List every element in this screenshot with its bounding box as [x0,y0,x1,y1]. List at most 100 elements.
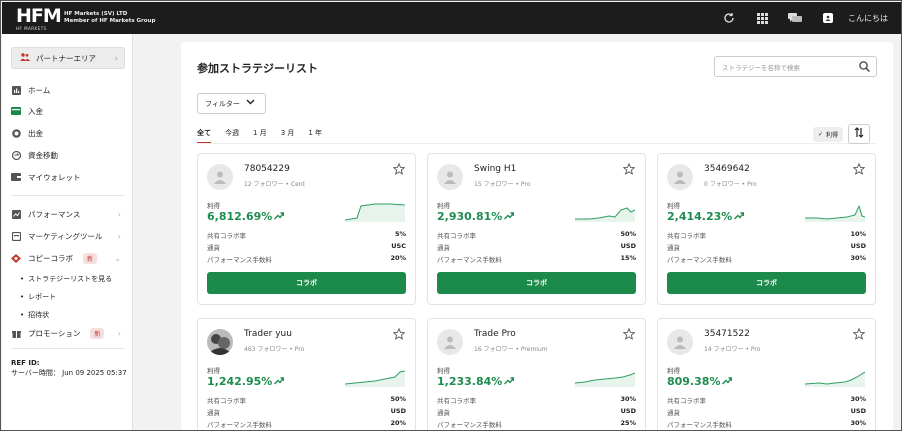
sidebar: パートナーエリア › ホーム 入金 出金 資金移動 マイウォレット パフォーマン… [2,34,133,430]
stat-value: 50% [620,230,636,238]
account-type: Pro [747,181,757,188]
search-input[interactable]: ストラテジーを名称で検索 [714,56,877,77]
sidebar-subitem-report[interactable]: レポート [20,292,56,302]
new-badge: 新 [90,327,105,339]
star-icon[interactable] [622,162,636,178]
stat-label: パフォーマンス手数料 [437,256,502,264]
sidebar-item-wallet[interactable]: マイウォレット [11,169,125,185]
avatar [667,329,693,355]
account-type: Pro [750,346,761,353]
search-placeholder: ストラテジーを名称で検索 [722,63,800,72]
strategy-name[interactable]: 35471522 [704,329,750,339]
follower-count: 16 フォロワー [474,346,514,353]
stat-label: 通貨 [207,409,220,417]
strategy-name[interactable]: Swing H1 [474,164,516,174]
strategy-name[interactable]: Trader yuu [244,329,292,339]
search-icon[interactable] [859,61,870,74]
stat-currency: 通貨 USD [437,407,636,417]
profit-percent: 6,812.69% [207,210,273,223]
account-icon[interactable] [821,11,835,25]
stat-value: USD [850,242,866,250]
copy-icon [11,253,21,263]
stat-value: USD [850,407,866,415]
strategy-meta: 0 フォロワー • Pro [704,179,757,188]
company-line-2: Member of HF Markets Group [64,18,156,24]
profit-value: 6,812.69% [207,210,285,223]
sort-button[interactable] [848,124,870,144]
filter-label: フィルター [205,99,240,108]
stat-value: 15% [620,254,636,262]
strategy-card[interactable]: 78054229 12 フォロワー • Cent 利得 6,812.69% 共有… [197,153,416,305]
strategy-name[interactable]: 78054229 [244,164,290,174]
star-icon[interactable] [852,327,866,343]
greeting-text[interactable]: こんにちは [848,13,888,24]
deposit-icon [11,106,21,116]
sidebar-item-deposit[interactable]: 入金 [11,103,125,119]
sidebar-item-marketing[interactable]: マーケティングツール › [11,228,125,244]
strategy-name[interactable]: Trade Pro [474,329,516,339]
star-icon[interactable] [622,327,636,343]
wallet-icon [11,172,21,182]
collab-button[interactable]: コラボ [667,272,866,294]
stat-performance-fee: パフォーマンス手数料 20% [207,419,406,429]
strategy-card[interactable]: Swing H1 15 フォロワー • Pro 利得 2,930.81% 共有コ… [427,153,646,305]
stat-label: 共有コラボ率 [437,397,476,405]
chevron-right-icon: › [117,328,121,338]
tab-this-week[interactable]: 今週 [225,128,239,143]
avatar [207,329,233,355]
refresh-icon[interactable] [722,11,736,25]
sidebar-item-promotion[interactable]: プロモーション 新 › [11,325,125,341]
chevron-down-icon [246,99,255,107]
partner-area-button[interactable]: パートナーエリア › [11,47,125,69]
tab-1-month[interactable]: 1 月 [253,128,267,143]
collab-button[interactable]: コラボ [207,272,406,294]
follower-count: 15 フォロワー [474,181,514,188]
sidebar-item-copy-collab[interactable]: コピーコラボ 新 ⌄ [11,250,125,266]
tab-3-months[interactable]: 3 月 [281,128,295,143]
star-icon[interactable] [392,327,406,343]
sidebar-item-home[interactable]: ホーム [11,82,125,98]
strategy-card[interactable]: 35471522 14 フォロワー • Pro 利得 809.38% 共有コラボ… [657,318,876,430]
profit-percent: 1,242.95% [207,375,273,388]
sidebar-subitem-invitation[interactable]: 招待状 [20,310,49,320]
stat-label: パフォーマンス手数料 [437,421,502,429]
sidebar-item-withdraw[interactable]: 出金 [11,125,125,141]
sparkline-chart [345,370,405,387]
chat-icon[interactable] [788,11,802,25]
star-icon[interactable] [392,162,406,178]
stat-currency: 通貨 USD [207,407,406,417]
sidebar-item-performance[interactable]: パフォーマンス › [11,206,125,222]
follower-count: 0 フォロワー [704,181,740,188]
profit-percent: 2,930.81% [437,210,503,223]
sidebar-item-label: 入金 [28,106,43,116]
sidebar-item-label: コピーコラボ [28,253,73,263]
filter-dropdown[interactable]: フィルター [197,93,266,114]
tab-1-year[interactable]: 1 年 [308,128,322,143]
account-type: Cent [290,181,305,188]
strategy-meta: 16 フォロワー • Premium [474,344,548,353]
star-icon[interactable] [852,162,866,178]
main-panel: 参加ストラテジーリスト ストラテジーを名称で検索 フィルター 全て 今週 1 月… [181,42,893,430]
profit-sort-chip[interactable]: ✓ 利得 [813,127,844,142]
apps-grid-icon[interactable] [755,11,769,25]
strategy-card[interactable]: 35469642 0 フォロワー • Pro 利得 2,414.23% 共有コラ… [657,153,876,305]
account-type: Pro [294,346,305,353]
sidebar-subitem-strategy-list[interactable]: ストラテジーリストを見る [20,274,112,284]
profit-value: 2,414.23% [667,210,745,223]
avatar [437,329,463,355]
sidebar-item-transfer[interactable]: 資金移動 [11,147,125,163]
partner-area-label: パートナーエリア [36,53,96,63]
sparkline-chart [575,207,635,222]
follower-count: 463 フォロワー [244,346,288,353]
profit-value: 1,233.84% [437,375,515,388]
tab-all[interactable]: 全て [197,128,211,143]
logo[interactable]: HFM HF MARKETS [16,7,62,32]
strategy-card[interactable]: Trade Pro 16 フォロワー • Premium 利得 1,233.84… [427,318,646,430]
server-time: サーバー時間： Jun 09 2025 05:37 [11,369,127,377]
strategy-name[interactable]: 35469642 [704,164,750,174]
collab-button[interactable]: コラボ [437,272,636,294]
stat-share-rate: 共有コラボ率 50% [207,395,406,405]
strategy-card[interactable]: Trader yuu 463 フォロワー • Pro 利得 1,242.95% … [197,318,416,430]
chevron-right-icon: › [117,231,121,241]
stat-label: パフォーマンス手数料 [667,421,732,429]
